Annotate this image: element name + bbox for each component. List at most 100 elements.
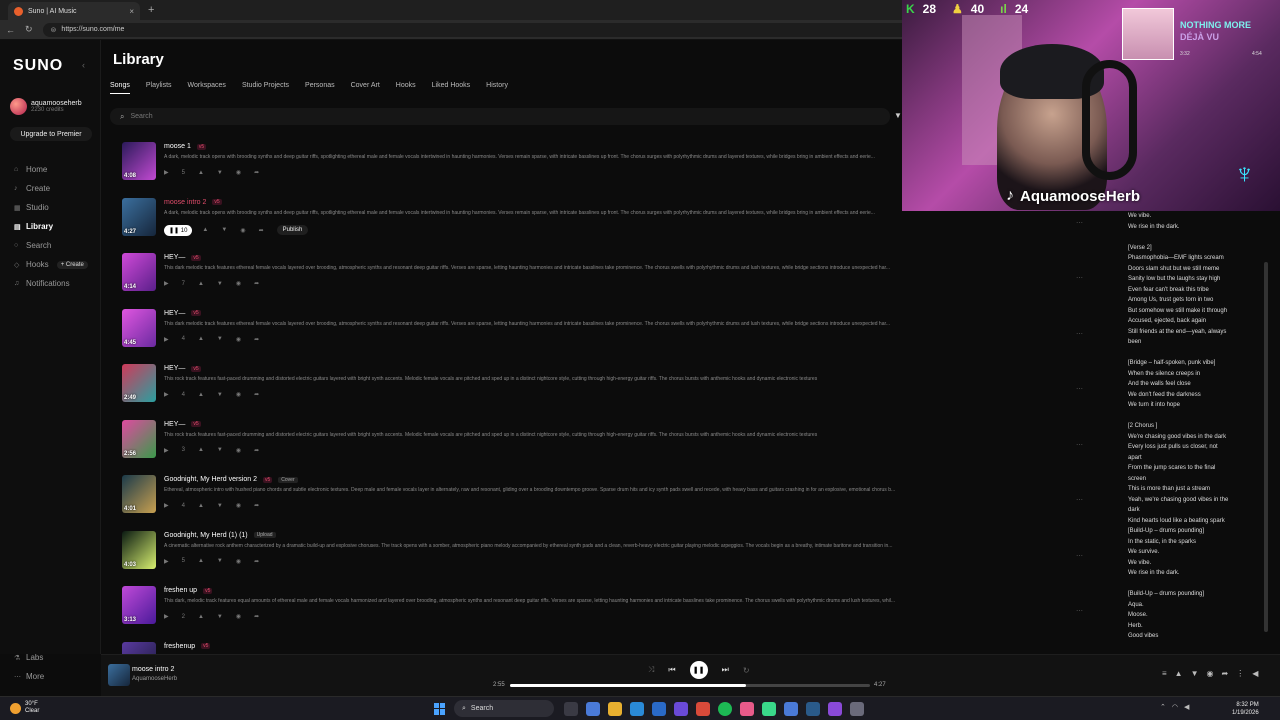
thumbs-up-icon[interactable]: ▲ xyxy=(202,227,208,233)
thumbs-down-icon[interactable]: ▼ xyxy=(217,170,223,176)
thumbs-down-icon[interactable]: ▼ xyxy=(217,503,223,509)
row-more-icon[interactable]: ⋯ xyxy=(1076,607,1083,615)
reload-icon[interactable]: ↻ xyxy=(25,24,33,35)
next-icon[interactable]: ⏭ xyxy=(722,665,729,675)
app-icon[interactable] xyxy=(784,701,798,716)
playbar-title[interactable]: moose intro 2 xyxy=(132,666,174,673)
play-icon[interactable]: ▶ xyxy=(164,502,169,509)
song-cover[interactable]: 4:08 xyxy=(122,142,156,180)
filter-icon[interactable]: ▼ xyxy=(894,111,902,120)
hooks-create-button[interactable]: + Create xyxy=(56,260,88,269)
song-cover[interactable]: 2:49 xyxy=(122,364,156,402)
song-title[interactable]: HEY— v5 xyxy=(164,254,201,261)
play-icon[interactable]: ▶ xyxy=(164,613,169,620)
sidebar-item-notifications[interactable]: ♫ Notifications xyxy=(14,274,88,293)
sidebar-item-create[interactable]: ♪ Create xyxy=(14,179,88,198)
tab-playlists[interactable]: Playlists xyxy=(146,82,172,94)
song-title[interactable]: HEY— v5 xyxy=(164,421,201,428)
song-cover[interactable]: 3:10 xyxy=(122,641,156,654)
tab-workspaces[interactable]: Workspaces xyxy=(188,82,226,94)
share-icon[interactable]: ➦ xyxy=(254,280,259,287)
thumbs-down-icon[interactable]: ▼ xyxy=(217,336,223,342)
song-cover[interactable]: 4:01 xyxy=(122,475,156,513)
song-row[interactable]: 3:13 freshen up v5 This dark, melodic track… xyxy=(122,583,1121,639)
play-icon[interactable]: ▶ xyxy=(164,280,169,287)
song-row[interactable]: 4:14 HEY— v5 This dark melodic track featur… xyxy=(122,250,1121,306)
repeat-icon[interactable]: ↻ xyxy=(743,666,750,675)
tab-liked-hooks[interactable]: Liked Hooks xyxy=(432,82,471,94)
thumbs-up-icon[interactable]: ▲ xyxy=(1175,669,1183,678)
tab-studio-projects[interactable]: Studio Projects xyxy=(242,82,289,94)
copilot-icon[interactable] xyxy=(586,701,600,716)
steam-icon[interactable] xyxy=(806,701,820,716)
thumbs-down-icon[interactable]: ▼ xyxy=(217,447,223,453)
taskbar-search[interactable]: ⌕ Search xyxy=(454,700,554,717)
song-title[interactable]: moose 1 v5 xyxy=(164,143,207,150)
thumbs-up-icon[interactable]: ▲ xyxy=(198,614,204,620)
song-row[interactable]: 4:03 Goodnight, My Herd (1) (1) Upload A ci… xyxy=(122,528,1121,584)
playbar-artist[interactable]: AquamooseHerb xyxy=(132,676,177,682)
more-options-icon[interactable]: ⋮ xyxy=(1236,669,1244,678)
song-title[interactable]: Goodnight, My Herd version 2 v5 Cover xyxy=(164,476,298,483)
row-more-icon[interactable]: ⋯ xyxy=(1076,274,1083,282)
play-icon[interactable]: ▶ xyxy=(164,558,169,565)
row-more-icon[interactable]: ⋯ xyxy=(1076,496,1083,504)
chrome-icon[interactable] xyxy=(696,701,710,716)
song-title[interactable]: moose intro 2 v5 xyxy=(164,199,222,206)
thumbs-up-icon[interactable]: ▲ xyxy=(198,392,204,398)
progress-slider[interactable] xyxy=(510,684,870,687)
sidebar-item-search[interactable]: ○ Search xyxy=(14,236,88,255)
sidebar-item-labs[interactable]: ⚗ Labs xyxy=(14,648,44,667)
start-icon[interactable] xyxy=(434,702,446,715)
share-icon[interactable]: ➦ xyxy=(254,169,259,176)
publish-button[interactable]: Publish xyxy=(276,225,309,235)
play-icon[interactable]: ▶ xyxy=(164,391,169,398)
play-icon[interactable]: ▶ xyxy=(164,336,169,343)
play-icon[interactable]: ▶ xyxy=(164,169,169,176)
song-title[interactable]: freshenup v5 xyxy=(164,643,211,650)
pause-button[interactable]: ❚❚ xyxy=(689,661,708,679)
settings-icon[interactable] xyxy=(850,701,864,716)
tab-songs[interactable]: Songs xyxy=(110,82,130,94)
comment-icon[interactable]: ◉ xyxy=(236,336,241,343)
collapse-sidebar-icon[interactable]: ‹ xyxy=(82,60,85,70)
search-input[interactable]: ⌕ Search xyxy=(110,108,890,125)
mail-icon[interactable] xyxy=(652,701,666,716)
comment-icon[interactable]: ◉ xyxy=(236,502,241,509)
share-icon[interactable]: ➦ xyxy=(254,558,259,565)
app-icon[interactable] xyxy=(674,701,688,716)
taskbar-clock[interactable]: 8:32 PM 1/19/2026 xyxy=(1232,701,1259,717)
song-cover[interactable]: 4:27 xyxy=(122,197,156,236)
upgrade-button[interactable]: Upgrade to Premier xyxy=(10,127,92,141)
user-profile[interactable]: aquamooseherb 2230 credits xyxy=(10,98,82,115)
song-row[interactable]: 3:10freshenupv5▶2▲▼◉➦⋯ xyxy=(122,639,1121,654)
song-row[interactable]: 4:01 Goodnight, My Herd version 2 v5 Cover E… xyxy=(122,472,1121,528)
song-cover[interactable]: 2:56 xyxy=(122,419,156,458)
share-icon[interactable]: ➦ xyxy=(254,447,259,454)
song-title[interactable]: HEY— v5 xyxy=(164,310,201,317)
previous-icon[interactable]: ⏮ xyxy=(668,665,675,675)
tab-close-icon[interactable]: × xyxy=(129,7,134,16)
thumbs-down-icon[interactable]: ▼ xyxy=(217,558,223,564)
comment-icon[interactable]: ◉ xyxy=(236,613,241,620)
row-more-icon[interactable]: ⋯ xyxy=(1076,552,1083,560)
comment-icon[interactable]: ◉ xyxy=(236,558,241,565)
comment-icon[interactable]: ◉ xyxy=(236,391,241,398)
sidebar-item-studio[interactable]: ▦ Studio xyxy=(14,198,88,217)
tab-personas[interactable]: Personas xyxy=(305,82,335,94)
tab-cover-art[interactable]: Cover Art xyxy=(351,82,380,94)
share-icon[interactable]: ➦ xyxy=(254,502,259,509)
song-title[interactable]: HEY— v5 xyxy=(164,365,201,372)
thumbs-down-icon[interactable]: ▼ xyxy=(221,227,227,233)
row-more-icon[interactable]: ⋯ xyxy=(1076,441,1083,449)
site-info-icon[interactable]: ⊜ xyxy=(51,26,57,34)
tab-history[interactable]: History xyxy=(486,82,508,94)
comment-icon[interactable]: ◉ xyxy=(1207,669,1214,678)
song-row[interactable]: 4:45 HEY— v5 This dark melodic track featur… xyxy=(122,306,1121,362)
thumbs-down-icon[interactable]: ▼ xyxy=(1191,669,1199,678)
share-icon[interactable]: ➦ xyxy=(254,336,259,343)
song-cover[interactable]: 4:45 xyxy=(122,308,156,347)
volume-icon[interactable]: ◀ xyxy=(1252,669,1258,678)
wifi-icon[interactable]: ◠ xyxy=(1172,703,1178,711)
thumbs-up-icon[interactable]: ▲ xyxy=(198,281,204,287)
